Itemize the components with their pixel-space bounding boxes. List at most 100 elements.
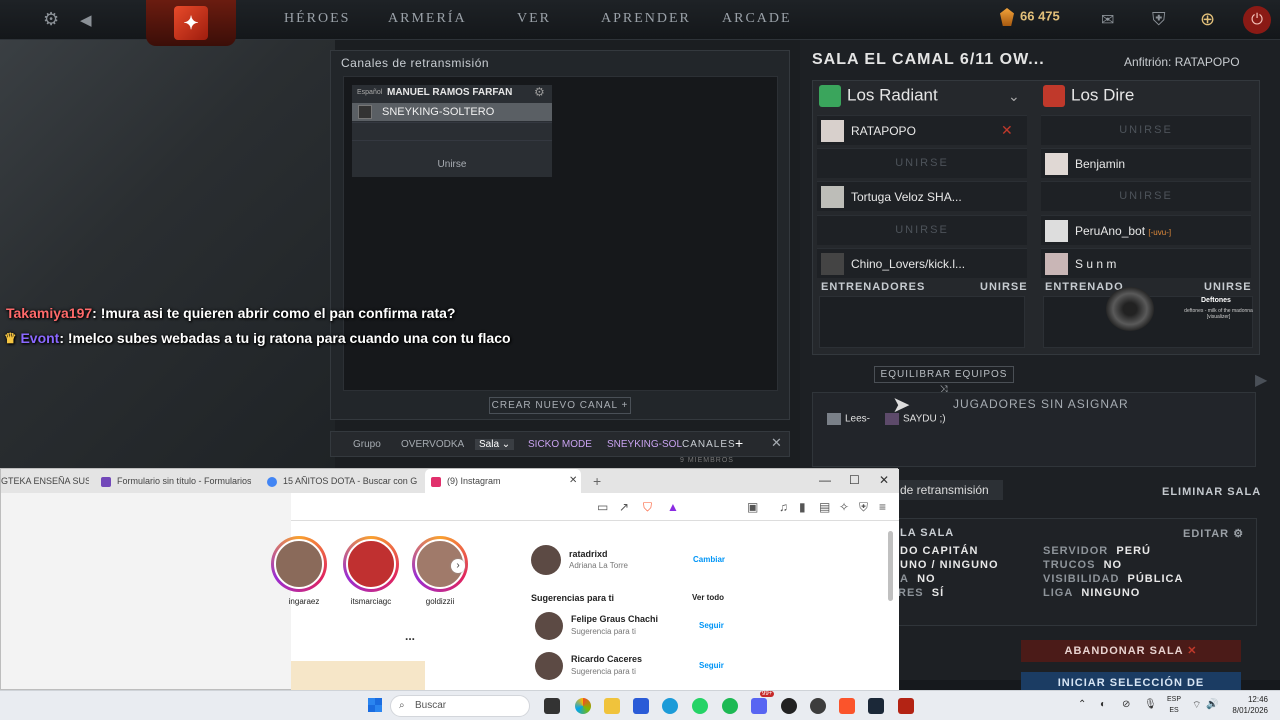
story-avatar[interactable] <box>271 536 327 592</box>
unassigned-player[interactable]: Lees- <box>827 413 870 425</box>
delete-lobby-button[interactable]: ELIMINAR SALA <box>1162 486 1261 498</box>
network-off-icon[interactable]: ⊘ <box>1122 699 1130 710</box>
clock[interactable]: 12:46 8/01/2026 <box>1220 694 1268 716</box>
menu-icon[interactable]: ≡ <box>879 500 886 514</box>
coach-slot[interactable] <box>819 296 1025 348</box>
copilot-icon[interactable] <box>575 698 591 714</box>
edit-button[interactable]: EDITAR ⚙ <box>1183 527 1244 540</box>
player-slot[interactable]: Tortuga Veloz SHA... <box>817 181 1027 211</box>
share-icon[interactable]: ↗ <box>619 500 629 514</box>
volume-icon[interactable]: 🔊 <box>1206 699 1218 710</box>
sidebar-icon[interactable]: ▮ <box>799 500 806 514</box>
back-arrow-icon[interactable]: ◀ <box>80 11 92 29</box>
nav-watch[interactable]: VER <box>517 11 551 27</box>
channel-card[interactable]: Español MANUEL RAMOS FARFAN ⚙ SNEYKING-S… <box>352 85 552 177</box>
play-arrow-icon[interactable]: ▶ <box>1255 370 1267 390</box>
power-icon[interactable]: ⏻ <box>1243 6 1271 34</box>
wifi-icon[interactable]: ⌔ <box>1192 699 1201 712</box>
empty-slot[interactable]: UNIRSE <box>1041 115 1251 145</box>
minimize-icon[interactable]: — <box>819 473 831 487</box>
player-slot[interactable]: RATAPOPO ✕ <box>817 115 1027 145</box>
player-slot[interactable]: Chino_Lovers/kick.l... <box>817 248 1027 278</box>
nav-learn[interactable]: APRENDER <box>601 11 691 27</box>
scrollbar[interactable] <box>888 531 893 601</box>
obs-icon[interactable] <box>781 698 797 714</box>
player-slot[interactable]: PeruAno_bot [-uvu-] <box>1041 215 1251 245</box>
brave-shield-icon[interactable]: ⛉ <box>643 500 652 515</box>
suggestion-username[interactable]: Felipe Graus Chachi <box>571 614 658 624</box>
player-slot[interactable]: Benjamin <box>1041 148 1251 178</box>
task-view-icon[interactable] <box>544 698 560 714</box>
kick-icon[interactable]: ✕ <box>1001 122 1013 139</box>
wallet-icon[interactable]: ▤ <box>819 500 830 514</box>
chevron-down-icon[interactable]: ⌄ <box>1008 88 1020 105</box>
tab-sicko-mode[interactable]: SICKO MODE <box>528 439 592 450</box>
chevron-up-icon[interactable]: ⌃ <box>1078 699 1086 710</box>
cast-icon[interactable]: ▭ <box>597 500 608 514</box>
edge-icon[interactable] <box>662 698 678 714</box>
armor-icon[interactable]: ⛨ <box>1152 9 1166 30</box>
browser-tab[interactable]: GTEKA ENSEÑA SUS CH <box>1 469 89 493</box>
empty-slot[interactable]: UNIRSE <box>817 148 1027 178</box>
balance-teams-button[interactable]: EQUILIBRAR EQUIPOS ⤨ <box>874 366 1014 395</box>
nav-armory[interactable]: ARMERÍA <box>388 11 467 27</box>
follow-button[interactable]: Seguir <box>699 621 724 630</box>
nav-heroes[interactable]: HÉROES <box>284 11 350 27</box>
browser-tab[interactable]: Formulario sin título - Formularios de <box>101 469 251 493</box>
channel-slot-empty[interactable] <box>352 122 552 138</box>
steam-icon[interactable] <box>868 698 884 714</box>
plus-icon[interactable]: ⊕ <box>1200 9 1215 30</box>
leave-lobby-button[interactable]: ABANDONAR SALA ✕ <box>1021 640 1241 662</box>
close-tab-icon[interactable]: ✕ <box>569 469 577 493</box>
search-input[interactable]: ⌕ Buscar <box>390 695 530 717</box>
new-tab-icon[interactable]: + <box>593 469 601 493</box>
store-icon[interactable] <box>633 698 649 714</box>
chevron-right-icon[interactable]: › <box>451 559 465 573</box>
maximize-icon[interactable]: ☐ <box>849 473 860 487</box>
brave-icon[interactable] <box>839 698 855 714</box>
close-window-icon[interactable]: ✕ <box>879 473 889 487</box>
language-indicator[interactable]: ESP ES <box>1163 694 1185 716</box>
see-all-link[interactable]: Ver todo <box>692 593 724 602</box>
post-preview[interactable] <box>291 661 425 691</box>
shards-counter[interactable]: 66 475 <box>1000 8 1060 26</box>
coach-join-button[interactable]: UNIRSE <box>980 281 1028 293</box>
channel-slot-empty[interactable] <box>352 140 552 156</box>
player-slot[interactable]: S u n m <box>1041 248 1251 278</box>
tab-lobby[interactable]: Sala ⌄ <box>475 439 515 450</box>
story-avatar[interactable] <box>343 536 399 592</box>
dota-logo[interactable]: ✦ <box>146 0 236 46</box>
vpn-icon[interactable]: ⛨ <box>859 500 868 515</box>
close-icon[interactable]: ✕ <box>771 435 782 451</box>
suggestion-username[interactable]: Ricardo Caceres <box>571 654 642 664</box>
follow-button[interactable]: Seguir <box>699 661 724 670</box>
rewards-icon[interactable]: ▲ <box>667 500 679 514</box>
mail-icon[interactable]: ✉ <box>1101 10 1114 30</box>
tray-app-icon[interactable]: ◐ <box>1100 699 1106 710</box>
browser-tab-active[interactable]: (9) Instagram ✕ <box>425 469 581 493</box>
dota-icon[interactable] <box>898 698 914 714</box>
broadcast-tab[interactable]: de retransmisión <box>897 480 1003 500</box>
gear-icon[interactable]: ⚙ <box>43 9 59 30</box>
browser-tab[interactable]: 15 AÑITOS DOTA - Buscar con Googl <box>267 469 417 493</box>
discord-icon[interactable] <box>751 698 767 714</box>
tab-overvodka[interactable]: OVERVODKA <box>401 439 464 450</box>
my-username[interactable]: ratadrixd <box>569 549 608 559</box>
join-button[interactable]: Unirse <box>352 159 552 170</box>
microphone-icon[interactable]: 🎙 <box>1144 699 1157 710</box>
empty-slot[interactable]: UNIRSE <box>817 215 1027 245</box>
reader-icon[interactable]: ▣ <box>747 500 758 514</box>
create-channel-button[interactable]: CREAR NUEVO CANAL + <box>489 397 631 414</box>
music-icon[interactable]: ♫ <box>779 500 788 514</box>
plus-icon[interactable]: + <box>735 435 743 451</box>
ai-icon[interactable]: ✧ <box>839 500 849 514</box>
tab-group[interactable]: Grupo <box>353 439 381 450</box>
gear-icon[interactable]: ⚙ <box>534 85 545 99</box>
avatar[interactable] <box>535 652 563 680</box>
avatar[interactable] <box>535 612 563 640</box>
spotify-icon[interactable] <box>722 698 738 714</box>
tab-sneyking[interactable]: SNEYKING-SOL <box>607 439 682 450</box>
empty-slot[interactable]: UNIRSE <box>1041 181 1251 211</box>
channel-slot-selected[interactable]: SNEYKING-SOLTERO <box>352 103 552 121</box>
switch-account-link[interactable]: Cambiar <box>693 555 725 564</box>
